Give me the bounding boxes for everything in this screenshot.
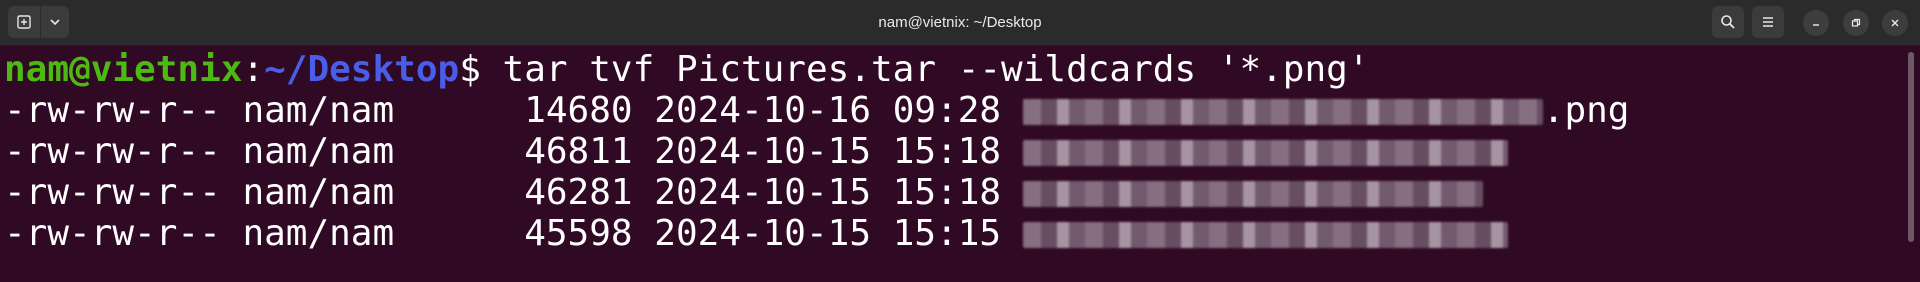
- prompt-line: nam@vietnix:~/Desktop$ tar tvf Pictures.…: [0, 50, 1906, 90]
- minimize-button[interactable]: [1803, 10, 1829, 36]
- partial-line: [0, 255, 1906, 282]
- file-perms: -rw-rw-r--: [4, 131, 221, 172]
- search-button[interactable]: [1712, 6, 1744, 38]
- title-bar: nam@vietnix: ~/Desktop: [0, 0, 1920, 46]
- file-owner: nam/nam: [242, 90, 395, 131]
- maximize-button[interactable]: [1843, 10, 1869, 36]
- window-title: nam@vietnix: ~/Desktop: [878, 14, 1042, 31]
- hamburger-icon: [1763, 17, 1773, 27]
- file-perms: -rw-rw-r--: [4, 172, 221, 213]
- file-date: 2024-10-16: [654, 90, 872, 131]
- terminal-output[interactable]: nam@vietnix:~/Desktop$ tar tvf Pictures.…: [0, 46, 1906, 282]
- prompt-user-host: nam@vietnix: [4, 49, 243, 90]
- file-owner: nam/nam: [242, 131, 395, 172]
- listing-row: -rw-rw-r-- nam/nam 46811 2024-10-15 15:1…: [0, 132, 1906, 172]
- file-date: 2024-10-15: [654, 131, 872, 172]
- close-icon: [1891, 19, 1899, 27]
- file-size: 46281: [524, 172, 633, 213]
- menu-button-wrap: [1752, 6, 1784, 38]
- scrollbar[interactable]: [1908, 52, 1914, 242]
- file-date: 2024-10-15: [654, 172, 872, 213]
- prompt-path: ~/Desktop: [264, 49, 460, 90]
- listing-row: -rw-rw-r-- nam/nam 14680 2024-10-16 09:2…: [0, 91, 1906, 131]
- close-button[interactable]: [1882, 10, 1908, 36]
- listing-row: -rw-rw-r-- nam/nam 45598 2024-10-15 15:1…: [0, 214, 1906, 254]
- file-size: 14680: [524, 90, 633, 131]
- prompt-colon: :: [242, 49, 265, 90]
- file-owner: nam/nam: [242, 213, 395, 254]
- file-time: 15:15: [892, 213, 1002, 254]
- file-perms: -rw-rw-r--: [4, 213, 221, 254]
- file-time: 15:18: [892, 131, 1002, 172]
- file-owner: nam/nam: [242, 172, 395, 213]
- redacted-filename: [1022, 140, 1508, 166]
- minimize-icon: [1813, 24, 1819, 26]
- file-date: 2024-10-15: [654, 213, 872, 254]
- file-perms: -rw-rw-r--: [4, 90, 221, 131]
- prompt-symbol: $: [459, 49, 481, 90]
- listing-row: -rw-rw-r-- nam/nam 46281 2024-10-15 15:1…: [0, 173, 1906, 213]
- file-suffix: .png: [1542, 90, 1630, 131]
- menu-button[interactable]: [1752, 6, 1784, 38]
- redacted-filename: [1022, 222, 1508, 248]
- search-button-wrap: [1712, 6, 1744, 38]
- file-size: 46811: [524, 131, 633, 172]
- file-time: 15:18: [892, 172, 1002, 213]
- redacted-filename: [1022, 181, 1483, 207]
- file-time: 09:28: [892, 90, 1002, 131]
- search-icon: [1721, 15, 1735, 29]
- file-size: 45598: [524, 213, 633, 254]
- redacted-filename: [1022, 99, 1543, 125]
- restore-icon: [1851, 18, 1861, 27]
- command-text: tar tvf Pictures.tar --wildcards '*.png': [480, 49, 1370, 90]
